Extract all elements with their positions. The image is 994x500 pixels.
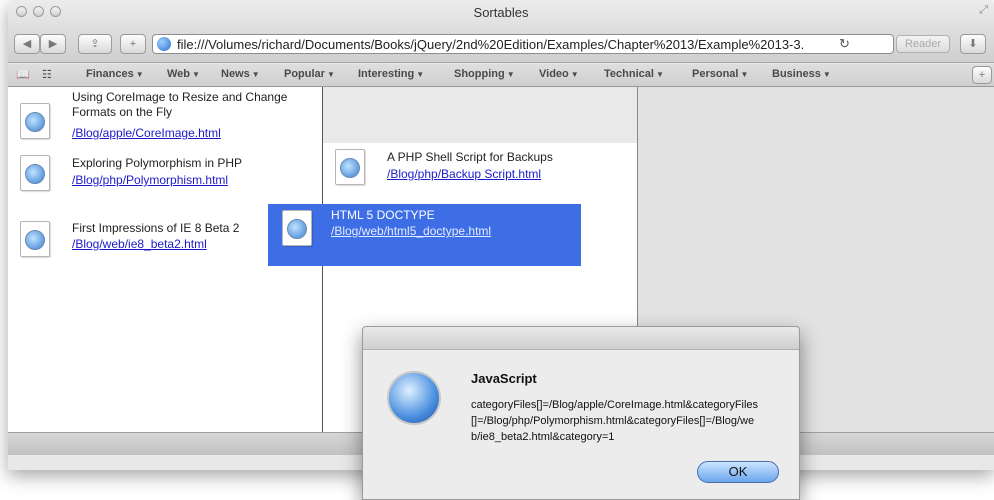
compass-icon <box>25 230 45 250</box>
reader-button[interactable]: Reader <box>896 35 950 53</box>
list-item[interactable]: First Impressions of IE 8 Beta 2 /Blog/w… <box>20 217 310 267</box>
bookmark-news[interactable]: News ▼ <box>221 68 260 80</box>
title-bar: Sortables ⤢ ◀ ▶ ⇪ + file:///Volumes/rich… <box>8 0 994 63</box>
add-bookmark-button[interactable]: + <box>120 34 146 54</box>
chevron-down-icon: ▼ <box>740 70 749 79</box>
bookmarks-bar: 📖 ☷ Finances ▼ Web ▼ News ▼ Popular ▼ Intere… <box>8 64 994 87</box>
bookmark-web[interactable]: Web ▼ <box>167 68 200 80</box>
new-tab-button[interactable]: + <box>972 66 992 84</box>
bookmark-popular[interactable]: Popular ▼ <box>284 68 335 80</box>
chevron-down-icon: ▼ <box>192 70 200 79</box>
reload-icon[interactable]: ↻ <box>839 36 850 52</box>
reading-list-icon[interactable]: 📖 <box>16 68 30 81</box>
forward-button[interactable]: ▶ <box>40 34 66 54</box>
chevron-down-icon: ▼ <box>822 70 831 79</box>
address-text[interactable]: file:///Volumes/richard/Documents/Books/… <box>177 37 827 52</box>
bookmark-personal[interactable]: Personal ▼ <box>692 68 748 80</box>
safari-document-icon <box>20 103 50 139</box>
window-title: Sortables <box>473 5 529 20</box>
safari-document-icon <box>20 221 50 257</box>
javascript-alert-dialog: JavaScript categoryFiles[]=/Blog/apple/C… <box>362 326 800 500</box>
safari-document-icon <box>282 210 312 246</box>
compass-icon <box>340 158 360 178</box>
file-title: Exploring Polymorphism in PHP <box>72 156 243 170</box>
bookmark-shopping[interactable]: Shopping ▼ <box>454 68 515 80</box>
chevron-down-icon: ▼ <box>326 70 335 79</box>
bookmark-video[interactable]: Video ▼ <box>539 68 579 80</box>
chevron-down-icon: ▼ <box>570 70 579 79</box>
chevron-down-icon: ▼ <box>506 70 515 79</box>
compass-icon <box>287 219 307 239</box>
dialog-message: categoryFiles[]=/Blog/apple/CoreImage.ht… <box>471 399 759 443</box>
bookmark-technical[interactable]: Technical ▼ <box>604 68 664 80</box>
ok-button[interactable]: OK <box>697 461 779 483</box>
file-title: HTML 5 DOCTYPE <box>331 208 435 222</box>
chevron-down-icon: ▼ <box>655 70 664 79</box>
download-icon: ⬇ <box>968 38 978 50</box>
dialog-title-bar <box>363 327 799 350</box>
compass-icon <box>25 112 45 132</box>
bookmark-business[interactable]: Business ▼ <box>772 68 831 80</box>
back-button[interactable]: ◀ <box>14 34 40 54</box>
file-link[interactable]: /Blog/web/html5_doctype.html <box>331 224 491 239</box>
file-link[interactable]: /Blog/apple/CoreImage.html <box>72 126 221 141</box>
back-icon: ◀ <box>22 38 32 50</box>
file-link[interactable]: /Blog/php/Polymorphism.html <box>72 173 228 188</box>
chevron-down-icon: ▼ <box>416 70 425 79</box>
list-item[interactable]: A PHP Shell Script for Backups /Blog/php… <box>335 147 625 191</box>
globe-icon <box>157 37 171 51</box>
chevron-down-icon: ▼ <box>251 70 260 79</box>
bookmark-interesting[interactable]: Interesting ▼ <box>358 68 424 80</box>
top-sites-icon[interactable]: ☷ <box>42 68 52 81</box>
downloads-button[interactable]: ⬇ <box>960 34 986 54</box>
safari-document-icon <box>20 155 50 191</box>
safari-compass-icon <box>387 371 441 425</box>
list-item[interactable]: Using CoreImage to Resize and Change For… <box>20 90 310 143</box>
file-link[interactable]: /Blog/web/ie8_beta2.html <box>72 237 207 252</box>
dragged-list-item[interactable]: HTML 5 DOCTYPE /Blog/web/html5_doctype.h… <box>268 204 581 266</box>
compass-icon <box>25 164 45 184</box>
list-item[interactable]: Exploring Polymorphism in PHP /Blog/php/… <box>20 153 310 193</box>
plus-icon: + <box>978 69 986 81</box>
plus-icon: + <box>129 38 137 50</box>
file-link[interactable]: /Blog/php/Backup Script.html <box>387 167 541 182</box>
chevron-down-icon: ▼ <box>135 70 144 79</box>
file-title: Using CoreImage to Resize and Change For… <box>72 90 288 119</box>
sortable-placeholder <box>323 87 637 143</box>
address-bar[interactable]: file:///Volumes/richard/Documents/Books/… <box>152 34 894 54</box>
file-title: A PHP Shell Script for Backups <box>387 150 553 164</box>
share-icon: ⇪ <box>90 38 100 50</box>
fullscreen-icon[interactable]: ⤢ <box>979 4 988 17</box>
bookmark-finances[interactable]: Finances ▼ <box>86 68 144 80</box>
share-button[interactable]: ⇪ <box>78 34 112 54</box>
safari-document-icon <box>335 149 365 185</box>
forward-icon: ▶ <box>48 38 58 50</box>
dialog-heading: JavaScript <box>471 371 537 386</box>
